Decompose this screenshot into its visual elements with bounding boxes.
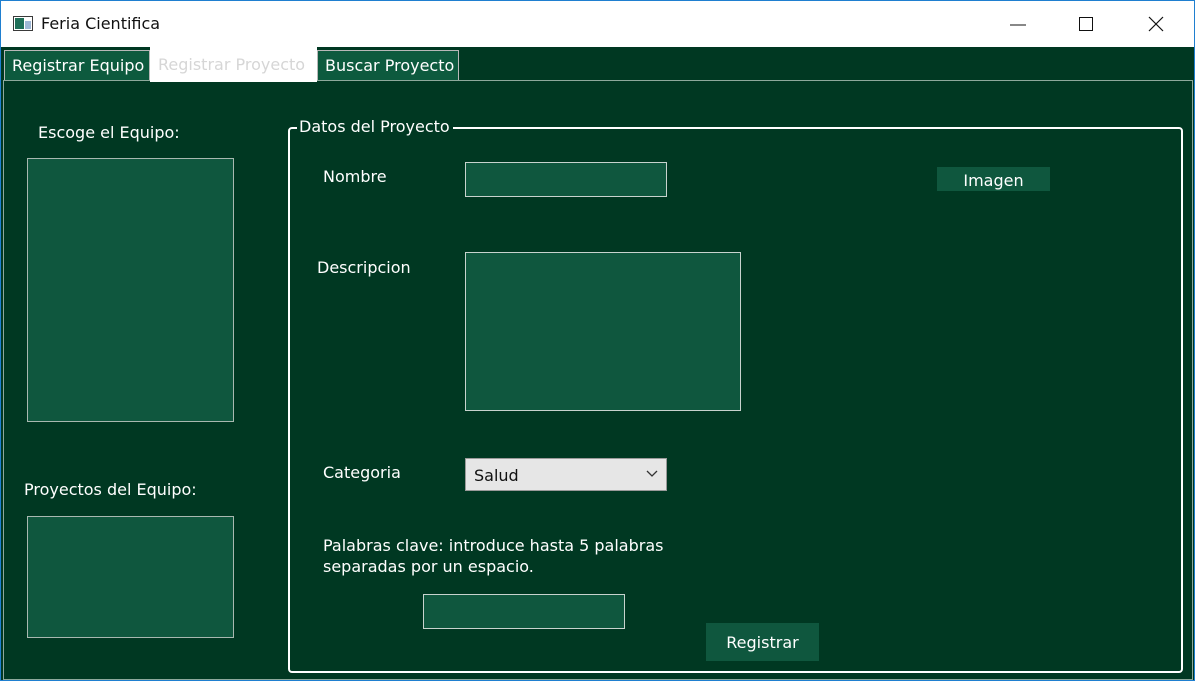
minimize-button[interactable] [985,1,1053,47]
description-textarea[interactable] [465,252,741,411]
window-app-icon [13,16,33,31]
project-groupbox-title: Datos del Proyecto [297,117,453,136]
tab-registrar-proyecto[interactable]: Registrar Proyecto [150,47,317,82]
tab-buscar-proyecto[interactable]: Buscar Proyecto [317,50,459,80]
app-window: Feria Cientifica Registrar Equipo Regist… [0,0,1195,681]
name-label: Nombre [323,167,387,186]
image-button[interactable]: Imagen [937,167,1050,191]
title-bar[interactable]: Feria Cientifica [1,1,1194,47]
maximize-icon [1079,17,1093,31]
tab-registrar-equipo[interactable]: Registrar Equipo [4,50,150,80]
maximize-button[interactable] [1053,1,1121,47]
team-projects-label: Proyectos del Equipo: [24,480,197,499]
window-title: Feria Cientifica [41,14,161,33]
minimize-icon [1010,24,1026,26]
description-label: Descripcion [317,258,411,277]
close-icon [1148,16,1164,32]
register-button[interactable]: Registrar [706,623,819,661]
keywords-input[interactable] [423,594,625,629]
name-input[interactable] [465,162,667,197]
close-button[interactable] [1123,1,1191,47]
keywords-label-line1: Palabras clave: introduce hasta 5 palabr… [323,536,664,555]
category-dropdown[interactable]: Salud [465,458,667,491]
team-projects-list[interactable] [27,516,234,638]
chevron-down-icon [646,470,658,477]
team-list[interactable] [27,158,234,422]
keywords-label-line2: separadas por un espacio. [323,557,534,576]
category-selected-value: Salud [474,466,519,485]
category-label: Categoria [323,463,401,482]
team-select-label: Escoge el Equipo: [38,123,180,142]
